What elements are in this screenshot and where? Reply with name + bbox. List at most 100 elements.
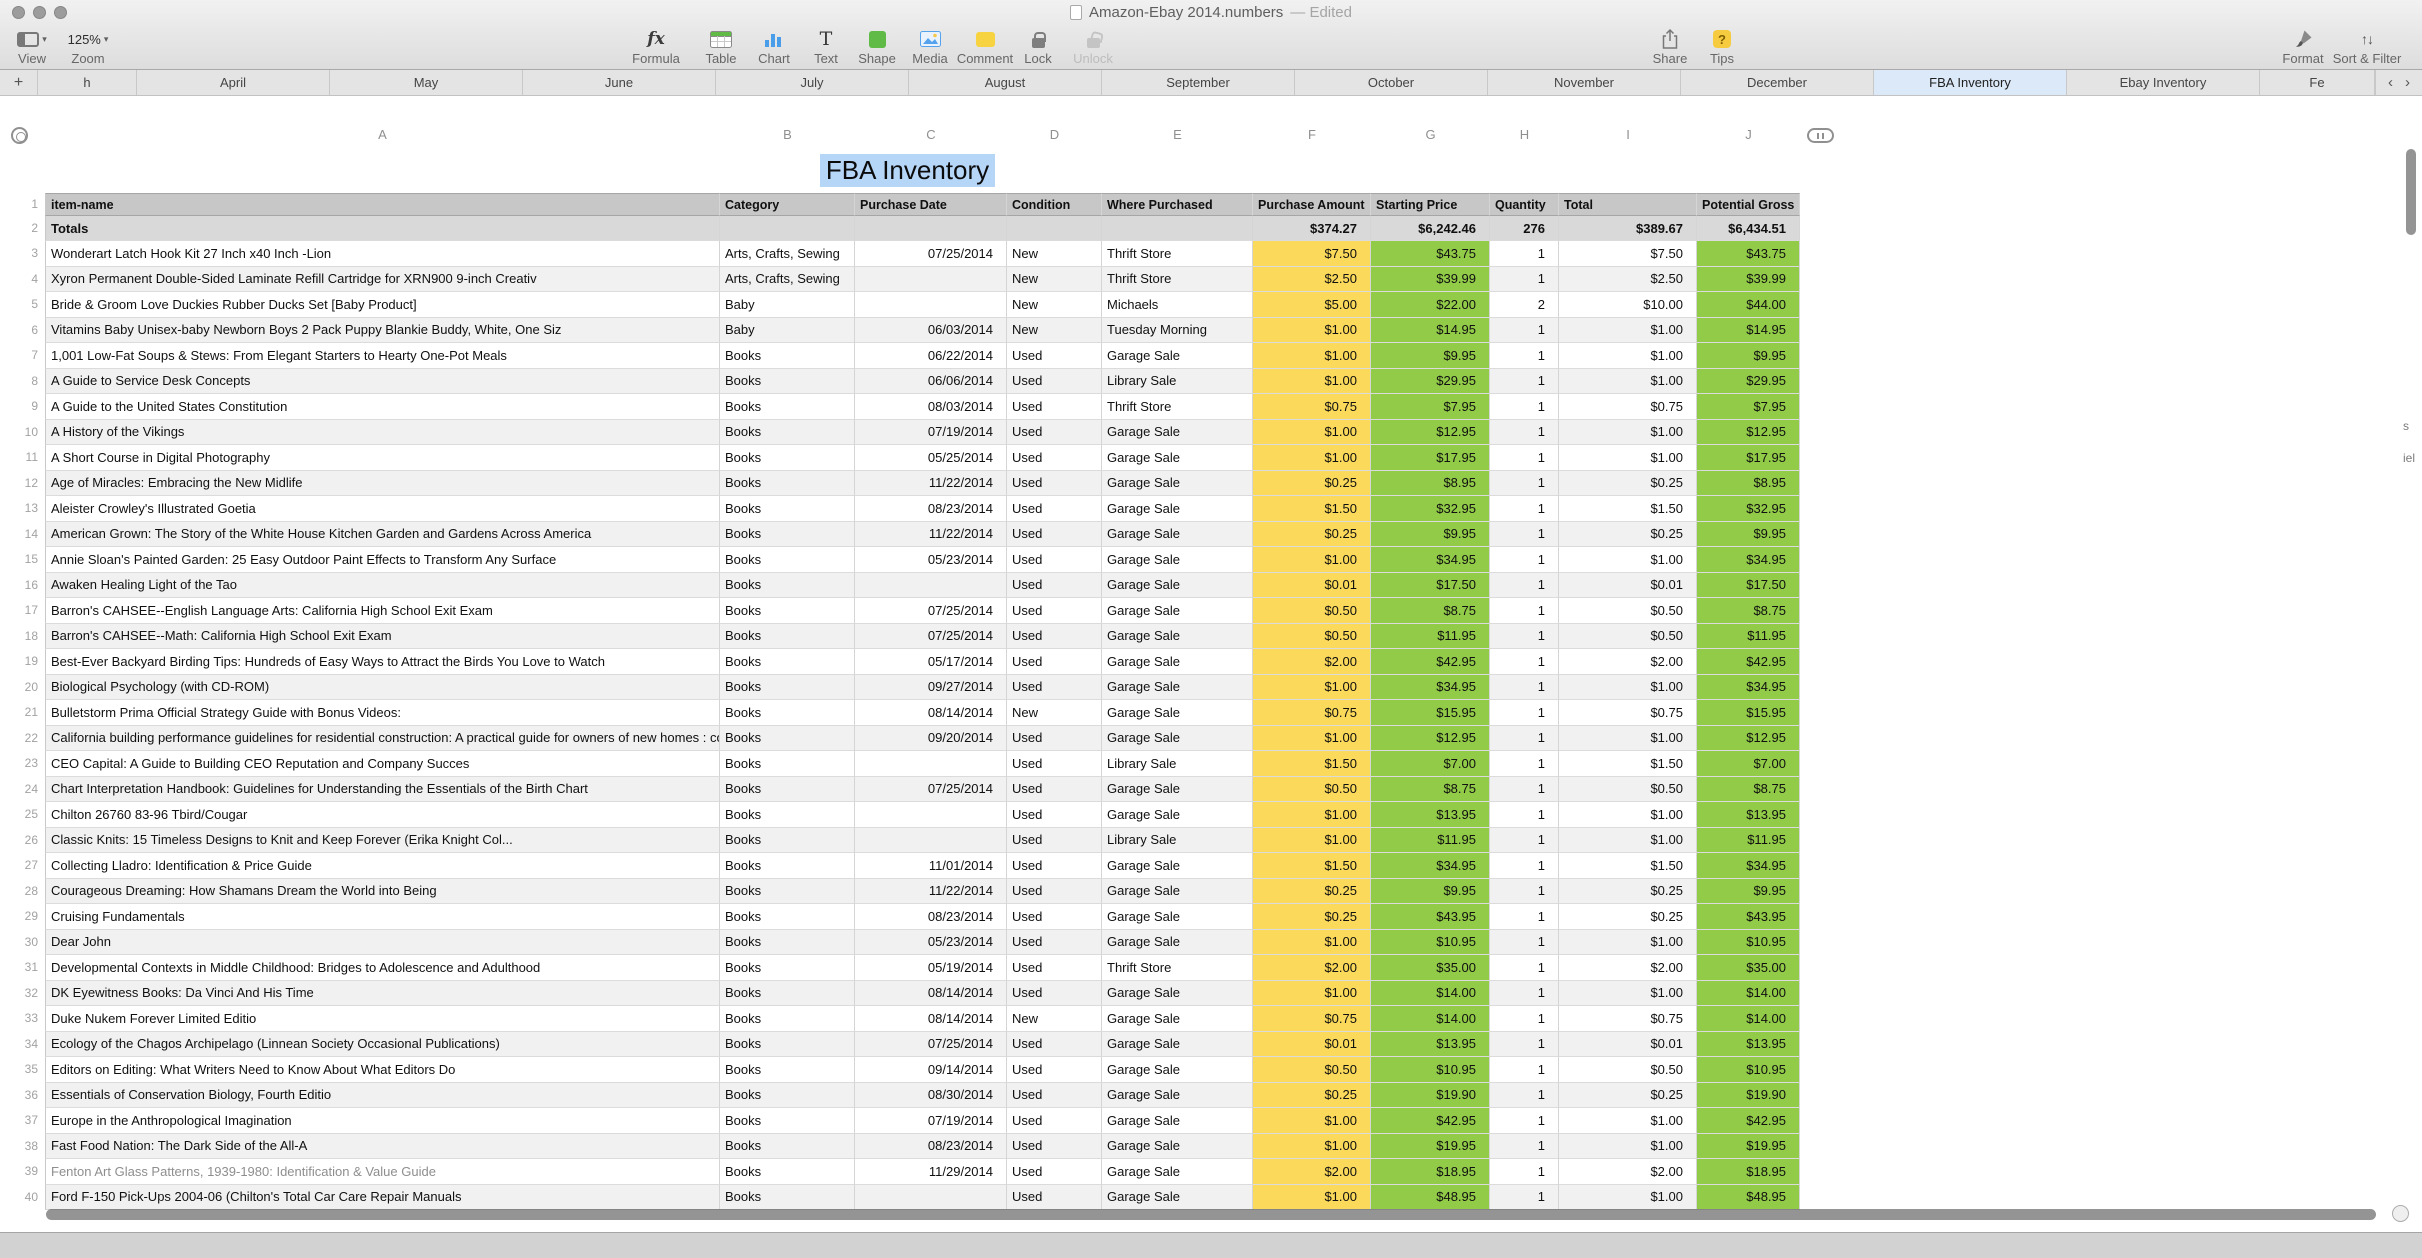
cell-I26[interactable]: $1.00 (1559, 827, 1697, 853)
cell-J21[interactable]: $15.95 (1697, 700, 1800, 726)
row-header-25[interactable]: 25 (15, 802, 45, 828)
tips-button[interactable]: ? Tips (1692, 27, 1752, 66)
cell-D29[interactable]: Used (1007, 904, 1102, 930)
cell-C4[interactable] (855, 266, 1007, 292)
cell-H21[interactable]: 1 (1490, 700, 1559, 726)
cell-F35[interactable]: $0.50 (1253, 1057, 1371, 1083)
cell-A10[interactable]: A History of the Vikings (45, 419, 720, 445)
table-button[interactable]: Table (691, 27, 751, 66)
cell-B1[interactable]: Category (720, 193, 855, 216)
cell-G11[interactable]: $17.95 (1371, 445, 1490, 471)
minimize-button[interactable] (33, 6, 46, 19)
cell-I36[interactable]: $0.25 (1559, 1082, 1697, 1108)
cell-D17[interactable]: Used (1007, 598, 1102, 624)
cell-E4[interactable]: Thrift Store (1102, 266, 1253, 292)
cell-B24[interactable]: Books (720, 776, 855, 802)
cell-D23[interactable]: Used (1007, 751, 1102, 777)
cell-A2[interactable]: Totals (45, 216, 720, 241)
cell-G10[interactable]: $12.95 (1371, 419, 1490, 445)
cell-D11[interactable]: Used (1007, 445, 1102, 471)
column-letter-I[interactable]: I (1559, 127, 1697, 145)
cell-B33[interactable]: Books (720, 1006, 855, 1032)
cell-F37[interactable]: $1.00 (1253, 1108, 1371, 1134)
cell-C3[interactable]: 07/25/2014 (855, 241, 1007, 267)
cell-A37[interactable]: Europe in the Anthropological Imaginatio… (45, 1108, 720, 1134)
cell-I24[interactable]: $0.50 (1559, 776, 1697, 802)
sheet-tab-ebay-inventory[interactable]: Ebay Inventory (2067, 70, 2260, 95)
cell-F33[interactable]: $0.75 (1253, 1006, 1371, 1032)
cell-J27[interactable]: $34.95 (1697, 853, 1800, 879)
cell-D25[interactable]: Used (1007, 802, 1102, 828)
cell-H16[interactable]: 1 (1490, 572, 1559, 598)
cell-F25[interactable]: $1.00 (1253, 802, 1371, 828)
cell-B3[interactable]: Arts, Crafts, Sewing (720, 241, 855, 267)
cell-F9[interactable]: $0.75 (1253, 394, 1371, 420)
cell-J2[interactable]: $6,434.51 (1697, 216, 1800, 241)
row-header-20[interactable]: 20 (15, 675, 45, 701)
cell-B25[interactable]: Books (720, 802, 855, 828)
cell-D31[interactable]: Used (1007, 955, 1102, 981)
cell-G14[interactable]: $9.95 (1371, 521, 1490, 547)
cell-G27[interactable]: $34.95 (1371, 853, 1490, 879)
cell-H23[interactable]: 1 (1490, 751, 1559, 777)
cell-I7[interactable]: $1.00 (1559, 343, 1697, 369)
row-header-13[interactable]: 13 (15, 496, 45, 522)
cell-E28[interactable]: Garage Sale (1102, 878, 1253, 904)
cell-E20[interactable]: Garage Sale (1102, 674, 1253, 700)
row-header-29[interactable]: 29 (15, 904, 45, 930)
cell-D40[interactable]: Used (1007, 1184, 1102, 1210)
cell-H26[interactable]: 1 (1490, 827, 1559, 853)
row-header-3[interactable]: 3 (15, 241, 45, 267)
unlock-button[interactable]: Unlock (1063, 27, 1123, 66)
cell-A16[interactable]: Awaken Healing Light of the Tao (45, 572, 720, 598)
cell-G34[interactable]: $13.95 (1371, 1031, 1490, 1057)
cell-A28[interactable]: Courageous Dreaming: How Shamans Dream t… (45, 878, 720, 904)
cell-F20[interactable]: $1.00 (1253, 674, 1371, 700)
cell-B9[interactable]: Books (720, 394, 855, 420)
cell-A3[interactable]: Wonderart Latch Hook Kit 27 Inch x40 Inc… (45, 241, 720, 267)
cell-B12[interactable]: Books (720, 470, 855, 496)
cell-G22[interactable]: $12.95 (1371, 725, 1490, 751)
cell-D5[interactable]: New (1007, 292, 1102, 318)
cell-A35[interactable]: Editors on Editing: What Writers Need to… (45, 1057, 720, 1083)
cell-C40[interactable] (855, 1184, 1007, 1210)
row-header-40[interactable]: 40 (15, 1185, 45, 1211)
cell-E35[interactable]: Garage Sale (1102, 1057, 1253, 1083)
cell-I19[interactable]: $2.00 (1559, 649, 1697, 675)
sheet-tab-october[interactable]: October (1295, 70, 1488, 95)
cell-H8[interactable]: 1 (1490, 368, 1559, 394)
sheet-tab-september[interactable]: September (1102, 70, 1295, 95)
cell-H13[interactable]: 1 (1490, 496, 1559, 522)
cell-C24[interactable]: 07/25/2014 (855, 776, 1007, 802)
cell-G16[interactable]: $17.50 (1371, 572, 1490, 598)
cell-E14[interactable]: Garage Sale (1102, 521, 1253, 547)
cell-G1[interactable]: Starting Price (1371, 193, 1490, 216)
column-letter-H[interactable]: H (1490, 127, 1559, 145)
cell-C36[interactable]: 08/30/2014 (855, 1082, 1007, 1108)
cell-D38[interactable]: Used (1007, 1133, 1102, 1159)
row-header-22[interactable]: 22 (15, 726, 45, 752)
cell-J36[interactable]: $19.90 (1697, 1082, 1800, 1108)
cell-E18[interactable]: Garage Sale (1102, 623, 1253, 649)
cell-J24[interactable]: $8.75 (1697, 776, 1800, 802)
cell-E2[interactable] (1102, 216, 1253, 241)
cell-C37[interactable]: 07/19/2014 (855, 1108, 1007, 1134)
cell-H10[interactable]: 1 (1490, 419, 1559, 445)
cell-H36[interactable]: 1 (1490, 1082, 1559, 1108)
cell-J5[interactable]: $44.00 (1697, 292, 1800, 318)
cell-F29[interactable]: $0.25 (1253, 904, 1371, 930)
cell-D4[interactable]: New (1007, 266, 1102, 292)
cell-E31[interactable]: Thrift Store (1102, 955, 1253, 981)
cell-I25[interactable]: $1.00 (1559, 802, 1697, 828)
cell-C2[interactable] (855, 216, 1007, 241)
cell-I5[interactable]: $10.00 (1559, 292, 1697, 318)
cell-H32[interactable]: 1 (1490, 980, 1559, 1006)
cell-J9[interactable]: $7.95 (1697, 394, 1800, 420)
row-header-6[interactable]: 6 (15, 318, 45, 344)
cell-I16[interactable]: $0.01 (1559, 572, 1697, 598)
cell-I39[interactable]: $2.00 (1559, 1159, 1697, 1185)
cell-G4[interactable]: $39.99 (1371, 266, 1490, 292)
cell-A23[interactable]: CEO Capital: A Guide to Building CEO Rep… (45, 751, 720, 777)
cell-E19[interactable]: Garage Sale (1102, 649, 1253, 675)
column-resize-handle[interactable] (1807, 128, 1834, 143)
